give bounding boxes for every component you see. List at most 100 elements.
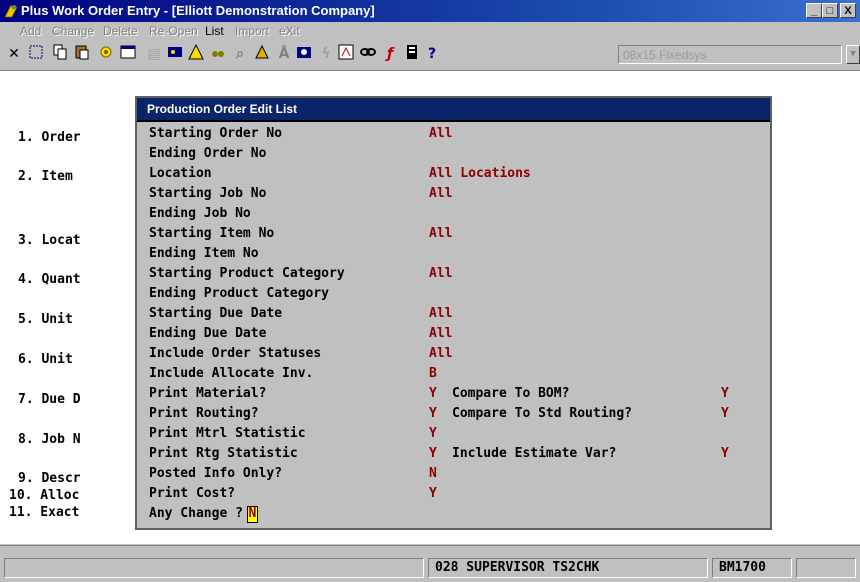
list-icon[interactable] <box>402 44 422 64</box>
close-button[interactable]: X <box>840 3 856 18</box>
row-label: Include Allocate Inv. <box>149 366 314 381</box>
paste-icon[interactable] <box>72 44 92 64</box>
select-box-icon[interactable] <box>26 44 46 64</box>
prompt-text: Any Change ? <box>149 506 243 521</box>
field-due-date: 7. Due D <box>18 392 81 407</box>
copy-icon[interactable] <box>50 44 70 64</box>
notepad-icon[interactable]: ▤ <box>144 44 164 64</box>
row-label: Ending Item No <box>149 246 259 261</box>
row-value: All <box>429 266 453 281</box>
edit-list-dialog: Production Order Edit List Starting Orde… <box>135 96 772 530</box>
status-program-id: BM1700 <box>712 558 792 578</box>
menu-list[interactable]: List <box>205 24 224 38</box>
row-value: Y <box>429 446 437 461</box>
field-quantity: 4. Quant <box>18 272 81 287</box>
row-value: B <box>429 366 437 381</box>
field-item: 2. Item <box>18 169 73 184</box>
menu-add[interactable]: Add <box>20 24 41 38</box>
function-icon[interactable]: ƒ <box>380 44 400 64</box>
chevron-down-icon[interactable]: ▼ <box>846 45 860 64</box>
row-label: Ending Due Date <box>149 326 267 341</box>
row-value-secondary: Y <box>721 386 729 401</box>
row-value: All <box>429 346 453 361</box>
row-label: Posted Info Only? <box>149 466 283 481</box>
row-value: All <box>429 126 453 141</box>
menu-change[interactable]: Change <box>52 24 94 38</box>
close-x-icon[interactable]: ✕ <box>4 44 24 64</box>
menu-delete[interactable]: Delete <box>103 24 138 38</box>
prompt-label: Any Change ? N <box>149 506 258 523</box>
field-unit-1: 5. Unit <box>18 312 73 327</box>
menu-import[interactable]: Import <box>235 24 269 38</box>
field-description: 9. Descr <box>18 471 81 486</box>
row-value-secondary: Y <box>721 446 729 461</box>
row-label: Ending Order No <box>149 146 267 161</box>
divider <box>0 545 860 556</box>
row-value: N <box>429 466 437 481</box>
row-label: Print Cost? <box>149 486 236 501</box>
users-icon[interactable] <box>165 44 185 64</box>
field-exact: 11. Exact <box>9 505 80 520</box>
row-value: All Locations <box>429 166 531 181</box>
dialog-title: Production Order Edit List <box>147 102 298 116</box>
row-label: Starting Due Date <box>149 306 283 321</box>
field-job-no: 8. Job N <box>18 432 81 447</box>
run-icon[interactable] <box>294 44 314 64</box>
menu-exit[interactable]: eXit <box>279 24 300 38</box>
row-label: Print Routing? <box>149 406 259 421</box>
field-location: 3. Locat <box>18 233 81 248</box>
row-label: Print Material? <box>149 386 267 401</box>
settings-icon[interactable] <box>96 44 116 64</box>
row-label: Ending Job No <box>149 206 251 221</box>
menu-bar: Add Change Delete Re-Open List Import eX… <box>0 22 860 40</box>
lightning-icon[interactable]: ϟ <box>316 44 336 64</box>
row-label: Starting Product Category <box>149 266 345 281</box>
row-label: Starting Item No <box>149 226 275 241</box>
properties-icon[interactable] <box>118 44 138 64</box>
minimize-button[interactable]: _ <box>806 3 822 18</box>
row-label: Print Rtg Statistic <box>149 446 298 461</box>
row-label-secondary: Compare To BOM? <box>452 386 570 401</box>
tools-icon[interactable] <box>252 44 272 64</box>
link-icon[interactable] <box>358 44 378 64</box>
warning-icon[interactable] <box>186 43 206 64</box>
row-label: Location <box>149 166 212 181</box>
dialog-title-bar: Production Order Edit List <box>137 98 770 122</box>
status-user-info: 028 SUPERVISOR TS2CHK <box>428 558 708 578</box>
row-value: All <box>429 306 453 321</box>
person-icon[interactable]: Å <box>274 44 294 64</box>
row-value: Y <box>429 386 437 401</box>
row-value: Y <box>429 426 437 441</box>
status-bar: 028 SUPERVISOR TS2CHK BM1700 <box>0 556 860 582</box>
toolbar: ✕ ▤ ⌕ Å ϟ ƒ ? 08x15 Fixedsys ▼ <box>0 40 860 71</box>
row-label: Starting Job No <box>149 186 267 201</box>
help-icon[interactable]: ? <box>422 44 442 64</box>
maximize-button[interactable]: □ <box>822 3 838 18</box>
search-icon[interactable] <box>208 44 228 64</box>
answer-input[interactable]: N <box>246 506 258 523</box>
row-label: Starting Order No <box>149 126 283 141</box>
row-value: Y <box>429 406 437 421</box>
row-label-secondary: Compare To Std Routing? <box>452 406 633 421</box>
field-allocate: 10. Alloc <box>9 488 80 503</box>
row-label: Include Order Statuses <box>149 346 322 361</box>
status-panel-end <box>796 558 856 578</box>
formula-icon[interactable] <box>336 44 356 64</box>
row-value: All <box>429 326 453 341</box>
row-label: Print Mtrl Statistic <box>149 426 306 441</box>
row-value-secondary: Y <box>721 406 729 421</box>
field-order: 1. Order <box>18 130 81 145</box>
row-label-secondary: Include Estimate Var? <box>452 446 617 461</box>
field-unit-2: 6. Unit <box>18 352 73 367</box>
row-label: Ending Product Category <box>149 286 330 301</box>
window-title: Plus Work Order Entry - [Elliott Demonst… <box>21 3 375 18</box>
app-icon <box>4 4 18 18</box>
row-value: All <box>429 186 453 201</box>
zoom-icon[interactable]: ⌕ <box>230 44 250 64</box>
status-panel-empty <box>4 558 424 578</box>
title-bar[interactable]: Plus Work Order Entry - [Elliott Demonst… <box>0 0 860 22</box>
menu-reopen[interactable]: Re-Open <box>149 24 198 38</box>
row-value: Y <box>429 486 437 501</box>
row-value: All <box>429 226 453 241</box>
font-selector[interactable]: 08x15 Fixedsys <box>618 45 842 64</box>
